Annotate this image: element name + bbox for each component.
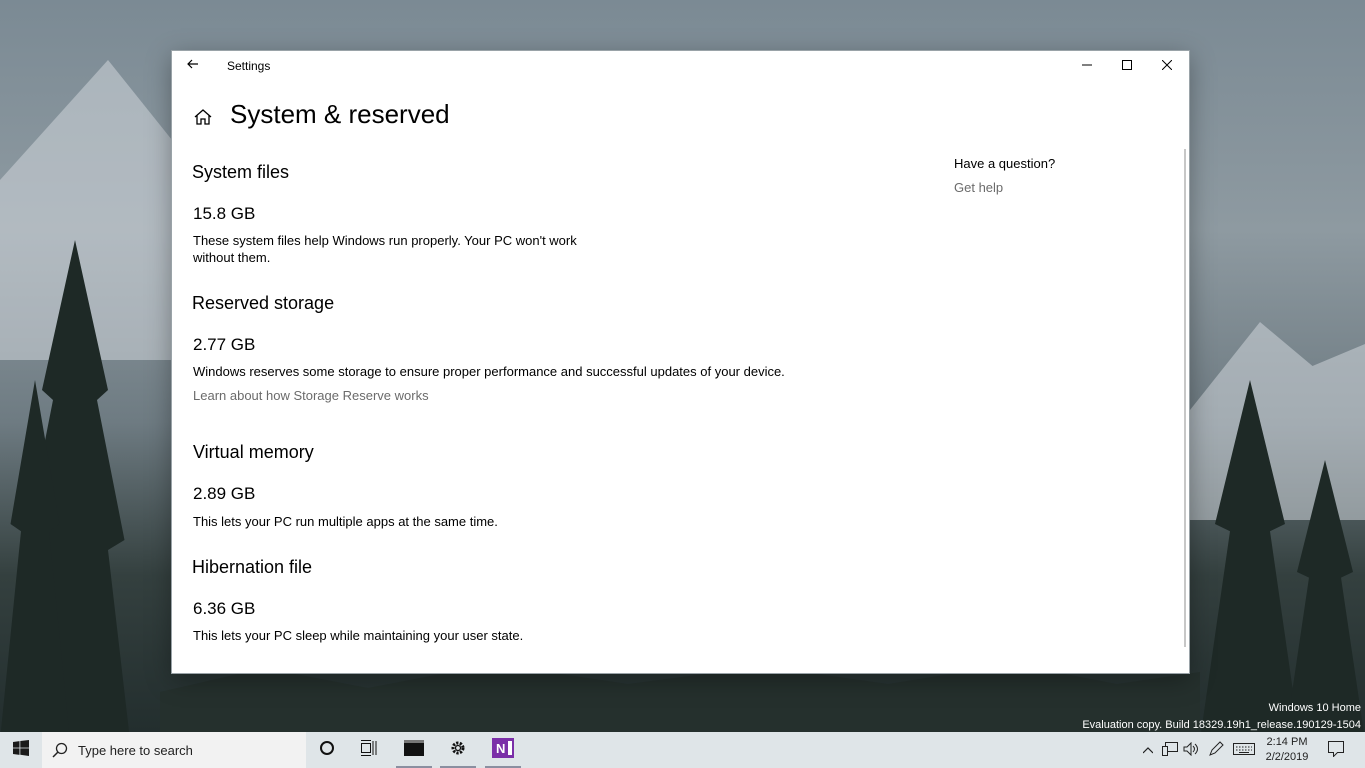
network-icon — [1162, 741, 1178, 759]
hibernation-file-description: This lets your PC sleep while maintainin… — [193, 628, 524, 643]
section-heading-reserved-storage: Reserved storage — [192, 293, 335, 313]
clock-time: 2:14 PM — [1266, 736, 1308, 748]
hibernation-file-size: 6.36 GB — [193, 599, 256, 618]
section-heading-virtual-memory: Virtual memory — [193, 442, 314, 462]
reserved-storage-description: Windows reserves some storage to ensure … — [193, 364, 785, 379]
cortana-icon — [319, 740, 335, 761]
task-view-icon — [361, 739, 379, 761]
clock-date: 2/2/2019 — [1265, 751, 1309, 763]
settings-gear-icon — [449, 739, 467, 762]
reserved-storage-size: 2.77 GB — [193, 335, 256, 354]
page-title: System & reserved — [230, 99, 450, 129]
taskbar: Type here to search N 2:14 PM 2/2/2019 — [0, 732, 1365, 768]
notification-icon — [1328, 740, 1344, 760]
maximize-button[interactable] — [1107, 51, 1147, 81]
virtual-memory-size: 2.89 GB — [193, 484, 256, 503]
close-button[interactable] — [1147, 51, 1187, 81]
system-files-description: These system files help Windows run prop… — [193, 233, 577, 265]
taskbar-clock[interactable]: 2:14 PM 2/2/2019 — [1258, 735, 1316, 765]
touch-keyboard-button[interactable] — [1232, 732, 1256, 768]
watermark-build: Evaluation copy. Build 18329.19h1_releas… — [1082, 719, 1361, 731]
volume-button[interactable] — [1182, 732, 1200, 768]
pen-workspace-button[interactable] — [1206, 732, 1226, 768]
show-hidden-icons-button[interactable] — [1140, 732, 1156, 768]
get-help-link[interactable]: Get help — [954, 180, 1003, 195]
close-icon — [1161, 57, 1173, 75]
back-arrow-icon — [187, 57, 199, 75]
network-button[interactable] — [1160, 732, 1180, 768]
keyboard-icon — [1233, 742, 1255, 758]
minimize-button[interactable] — [1067, 51, 1107, 81]
search-placeholder: Type here to search — [78, 743, 193, 758]
section-heading-system-files: System files — [192, 162, 290, 182]
home-icon[interactable] — [192, 106, 214, 128]
onenote-icon: N — [492, 737, 514, 763]
system-files-size: 15.8 GB — [193, 204, 256, 223]
title-bar: Settings — [172, 51, 1189, 81]
pen-icon — [1208, 740, 1224, 760]
virtual-memory-description: This lets your PC run multiple apps at t… — [193, 514, 498, 529]
start-button[interactable] — [0, 732, 42, 768]
speaker-icon — [1183, 741, 1199, 759]
settings-window: Settings System & reserved System files … — [172, 51, 1189, 673]
minimize-icon — [1082, 57, 1092, 75]
taskbar-app-settings[interactable] — [436, 732, 480, 768]
taskbar-app-command-prompt[interactable] — [392, 732, 436, 768]
taskbar-search-box[interactable]: Type here to search — [42, 732, 306, 768]
action-center-button[interactable] — [1324, 732, 1348, 768]
taskbar-app-onenote[interactable]: N — [481, 732, 525, 768]
storage-reserve-learn-link[interactable]: Learn about how Storage Reserve works — [193, 388, 429, 403]
cortana-button[interactable] — [305, 732, 349, 768]
back-button[interactable] — [180, 55, 206, 77]
chevron-up-icon — [1142, 743, 1154, 757]
task-view-button[interactable] — [348, 732, 392, 768]
help-question: Have a question? — [954, 156, 1056, 171]
maximize-icon — [1122, 57, 1132, 75]
window-title: Settings — [227, 59, 271, 73]
svg-text:N: N — [496, 741, 505, 756]
search-icon — [52, 742, 68, 763]
watermark-edition: Windows 10 Home — [1268, 702, 1361, 714]
windows-logo-icon — [13, 739, 29, 761]
command-prompt-icon — [404, 739, 424, 761]
scrollbar[interactable] — [1184, 149, 1186, 647]
section-heading-hibernation-file: Hibernation file — [192, 557, 313, 577]
